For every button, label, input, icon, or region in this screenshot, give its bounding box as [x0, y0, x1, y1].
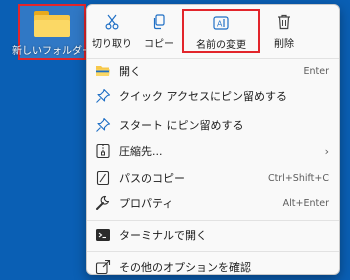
pin-icon: [95, 88, 111, 104]
copy-path-icon: [95, 170, 111, 186]
copy-icon: [152, 12, 166, 32]
menu-item-label: パスのコピー: [119, 172, 185, 185]
archive-icon: [95, 143, 111, 159]
scissors-icon: [105, 12, 119, 32]
menu-divider: [87, 220, 339, 221]
menu-item-open[interactable]: 開く Enter: [87, 59, 339, 83]
menu-item-label: スタート にピン留めする: [119, 119, 244, 132]
rename-label: 名前の変更: [196, 40, 246, 51]
menu-item-label: プロパティ: [119, 197, 174, 210]
menu-item-pin-start[interactable]: スタート にピン留めする: [87, 113, 339, 137]
folder-icon: [34, 11, 70, 37]
share-icon: [95, 259, 111, 275]
folder-open-icon: [95, 63, 111, 79]
menu-item-shortcut: Enter: [303, 65, 330, 77]
context-menu-toolbar: 切り取り コピー A 名前の変更 削除: [87, 5, 339, 55]
menu-item-shortcut: Alt+Enter: [282, 197, 329, 209]
menu-item-more-options[interactable]: その他のオプションを確認: [87, 255, 339, 279]
wrench-icon: [95, 195, 111, 211]
context-menu: 切り取り コピー A 名前の変更 削除 開く Enter クイック アクセスにピ…: [86, 4, 340, 275]
menu-item-properties[interactable]: プロパティ Alt+Enter: [87, 191, 339, 215]
terminal-icon: [95, 227, 111, 243]
pin-icon: [95, 117, 111, 133]
trash-icon: [277, 12, 291, 32]
menu-item-copy-path[interactable]: パスのコピー Ctrl+Shift+C: [87, 166, 339, 190]
desktop-folder-label: 新しいフォルダー: [12, 46, 92, 57]
menu-item-label: 圧縮先...: [119, 145, 163, 158]
menu-item-pin-quick-access[interactable]: クイック アクセスにピン留めする: [87, 84, 339, 108]
rename-button[interactable]: A 名前の変更: [182, 9, 260, 53]
copy-label: コピー: [144, 39, 174, 50]
menu-item-shortcut: Ctrl+Shift+C: [267, 172, 329, 184]
menu-item-label: クイック アクセスにピン留めする: [119, 90, 287, 103]
desktop-folder-icon[interactable]: 新しいフォルダー: [12, 4, 92, 60]
menu-item-label: 開く: [119, 65, 141, 78]
menu-item-open-terminal[interactable]: ターミナルで開く: [87, 223, 339, 247]
rename-icon: A: [213, 13, 229, 33]
menu-item-label: その他のオプションを確認: [119, 261, 251, 274]
cut-button[interactable]: 切り取り: [91, 11, 133, 55]
delete-label: 削除: [274, 39, 294, 50]
svg-text:A: A: [217, 20, 223, 29]
delete-button[interactable]: 削除: [267, 11, 301, 55]
copy-button[interactable]: コピー: [139, 11, 179, 55]
chevron-right-icon: ›: [324, 144, 329, 158]
menu-item-label: ターミナルで開く: [119, 229, 207, 242]
menu-item-compress[interactable]: 圧縮先... ›: [87, 139, 339, 163]
menu-divider: [87, 251, 339, 252]
cut-label: 切り取り: [92, 39, 132, 50]
